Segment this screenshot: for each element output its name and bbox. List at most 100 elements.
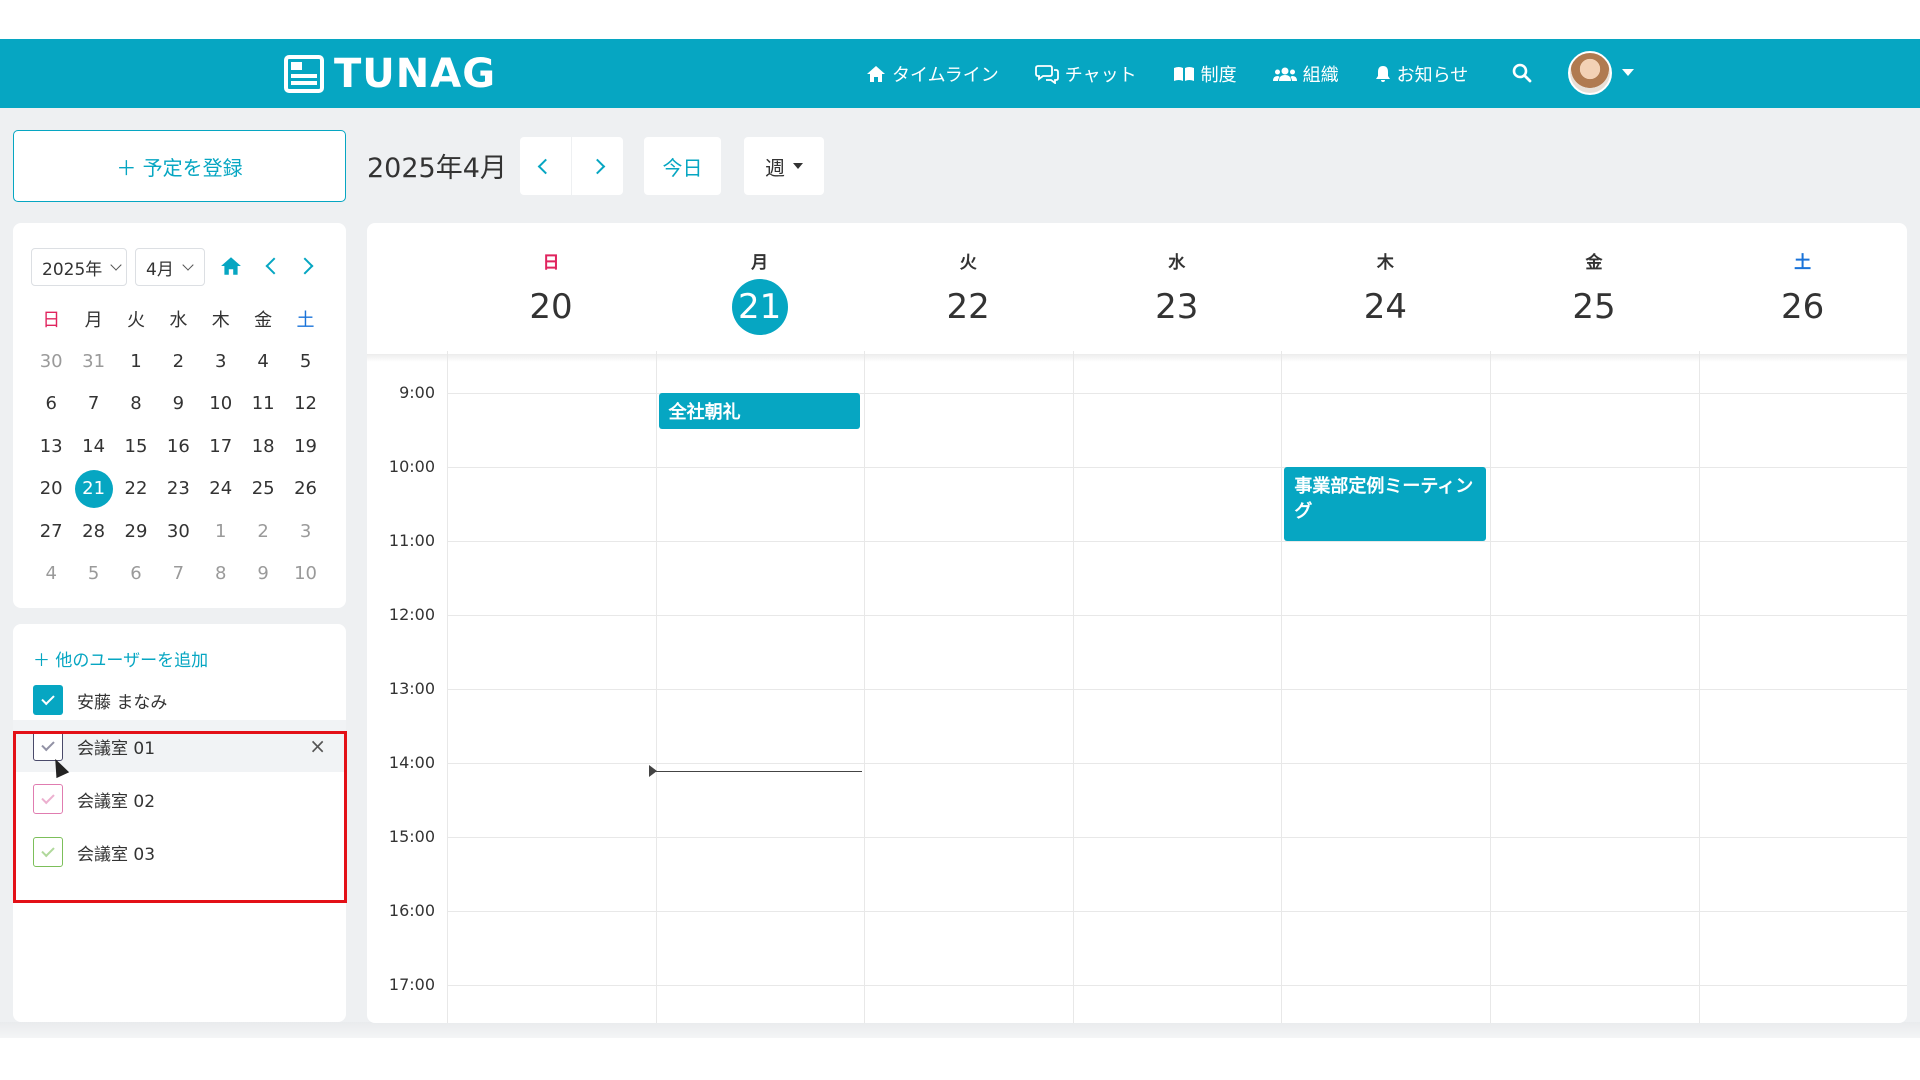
day-of-week: 水 xyxy=(1168,253,1186,273)
day-header[interactable]: 金 25 xyxy=(1490,223,1698,353)
weekday-header: 金 xyxy=(254,310,273,332)
chevron-down-icon xyxy=(110,258,122,271)
day-header[interactable]: 木 24 xyxy=(1281,223,1489,353)
user-checkbox[interactable] xyxy=(33,685,63,715)
add-event-label: ＋ 予定を登録 xyxy=(116,155,243,180)
mini-day[interactable]: 20 xyxy=(30,468,72,510)
mini-day[interactable]: 1 xyxy=(115,340,157,382)
chevron-down-icon xyxy=(182,258,194,271)
mini-day[interactable]: 17 xyxy=(200,425,242,467)
mini-day[interactable]: 1 xyxy=(200,510,242,552)
day-header[interactable]: 土 26 xyxy=(1699,223,1907,353)
mini-day[interactable]: 24 xyxy=(200,468,242,510)
mini-day[interactable]: 30 xyxy=(157,510,199,552)
mini-day[interactable]: 9 xyxy=(157,383,199,425)
day-header[interactable]: 火 22 xyxy=(864,223,1072,353)
search-icon[interactable] xyxy=(1510,61,1534,85)
mini-day[interactable]: 5 xyxy=(284,340,326,382)
calendar-event[interactable]: 事業部定例ミーティング xyxy=(1284,467,1486,541)
caret-down-icon[interactable] xyxy=(1622,69,1634,76)
day-number: 20 xyxy=(529,287,573,327)
nav-organization[interactable]: 組織 xyxy=(1272,61,1339,87)
day-number: 22 xyxy=(946,287,990,327)
week-calendar: 日 20 月 21 火 22 水 23 木 24 金 25 土 26 9:00 10:00 11:00 12:00… xyxy=(367,223,1907,1023)
mini-day[interactable]: 5 xyxy=(72,552,114,594)
mini-day[interactable]: 6 xyxy=(30,383,72,425)
mini-day[interactable]: 2 xyxy=(242,510,284,552)
mini-day-today[interactable]: 21 xyxy=(72,468,114,510)
current-time-line xyxy=(652,771,862,772)
mini-day[interactable]: 26 xyxy=(284,468,326,510)
weekday-header: 木 xyxy=(211,310,230,332)
hour-gridline xyxy=(447,615,1907,616)
today-button[interactable]: 今日 xyxy=(644,137,721,195)
bottom-edge xyxy=(0,1022,1920,1038)
nav-system[interactable]: 制度 xyxy=(1173,61,1237,87)
mini-day[interactable]: 25 xyxy=(242,468,284,510)
prev-week-button[interactable] xyxy=(520,137,571,195)
month-select-value: 4月 xyxy=(146,259,174,280)
day-number: 26 xyxy=(1780,287,1825,327)
mini-day[interactable]: 22 xyxy=(115,468,157,510)
avatar[interactable] xyxy=(1568,51,1612,95)
calendar-event[interactable]: 全社朝礼 xyxy=(658,393,861,429)
mini-day[interactable]: 14 xyxy=(72,425,114,467)
mini-day[interactable]: 3 xyxy=(200,340,242,382)
year-select[interactable]: 2025年 xyxy=(31,248,127,286)
mini-day[interactable]: 3 xyxy=(284,510,326,552)
chat-icon xyxy=(1034,64,1059,84)
mini-day[interactable]: 15 xyxy=(115,425,157,467)
mini-next-icon[interactable] xyxy=(296,257,314,275)
day-number: 24 xyxy=(1363,287,1408,327)
mini-prev-icon[interactable] xyxy=(265,257,283,275)
day-number: 21 xyxy=(656,279,864,335)
mini-day[interactable]: 29 xyxy=(115,510,157,552)
hour-gridline xyxy=(447,837,1907,838)
time-label: 9:00 xyxy=(399,383,435,402)
user-row[interactable]: 安藤 まなみ xyxy=(13,674,346,726)
mini-day[interactable]: 10 xyxy=(200,383,242,425)
nav-chat[interactable]: チャット xyxy=(1034,61,1137,87)
view-select[interactable]: 週 xyxy=(744,137,824,195)
mini-day[interactable]: 9 xyxy=(242,552,284,594)
mini-day[interactable]: 31 xyxy=(72,340,114,382)
mini-day[interactable]: 8 xyxy=(200,552,242,594)
mini-day[interactable]: 7 xyxy=(72,383,114,425)
mini-day[interactable]: 2 xyxy=(157,340,199,382)
nav-timeline[interactable]: タイムライン xyxy=(866,61,999,87)
time-label: 15:00 xyxy=(388,827,435,846)
day-header[interactable]: 日 20 xyxy=(447,223,655,353)
logo-text: TUNAG xyxy=(334,51,497,97)
mini-day[interactable]: 27 xyxy=(30,510,72,552)
mini-day[interactable]: 11 xyxy=(242,383,284,425)
year-select-value: 2025年 xyxy=(42,259,103,280)
mini-day[interactable]: 12 xyxy=(284,383,326,425)
day-header[interactable]: 水 23 xyxy=(1073,223,1281,353)
mini-day[interactable]: 6 xyxy=(115,552,157,594)
nav-notifications[interactable]: お知らせ xyxy=(1375,61,1469,87)
mini-day[interactable]: 28 xyxy=(72,510,114,552)
nav-notifications-label: お知らせ xyxy=(1396,64,1469,86)
mini-day[interactable]: 7 xyxy=(157,552,199,594)
mini-day[interactable]: 4 xyxy=(242,340,284,382)
home-icon[interactable] xyxy=(220,256,242,276)
mini-day[interactable]: 18 xyxy=(242,425,284,467)
month-select[interactable]: 4月 xyxy=(135,248,205,286)
mini-day[interactable]: 4 xyxy=(30,552,72,594)
mini-day[interactable]: 19 xyxy=(284,425,326,467)
mini-day[interactable]: 8 xyxy=(115,383,157,425)
mini-day[interactable]: 23 xyxy=(157,468,199,510)
day-column-divider xyxy=(447,351,448,1023)
add-event-button[interactable]: ＋ 予定を登録 xyxy=(13,130,346,202)
logo[interactable]: TUNAG xyxy=(284,51,497,97)
mini-day[interactable]: 10 xyxy=(284,552,326,594)
header-divider xyxy=(367,354,1907,362)
mini-day[interactable]: 13 xyxy=(30,425,72,467)
next-week-button[interactable] xyxy=(572,137,623,195)
mini-day[interactable]: 16 xyxy=(157,425,199,467)
today-marker: 21 xyxy=(74,469,113,508)
mini-day[interactable]: 30 xyxy=(30,340,72,382)
add-user-link[interactable]: ＋ 他のユーザーを追加 xyxy=(33,646,208,671)
day-number: 25 xyxy=(1572,287,1616,327)
day-header[interactable]: 月 21 xyxy=(656,223,864,353)
